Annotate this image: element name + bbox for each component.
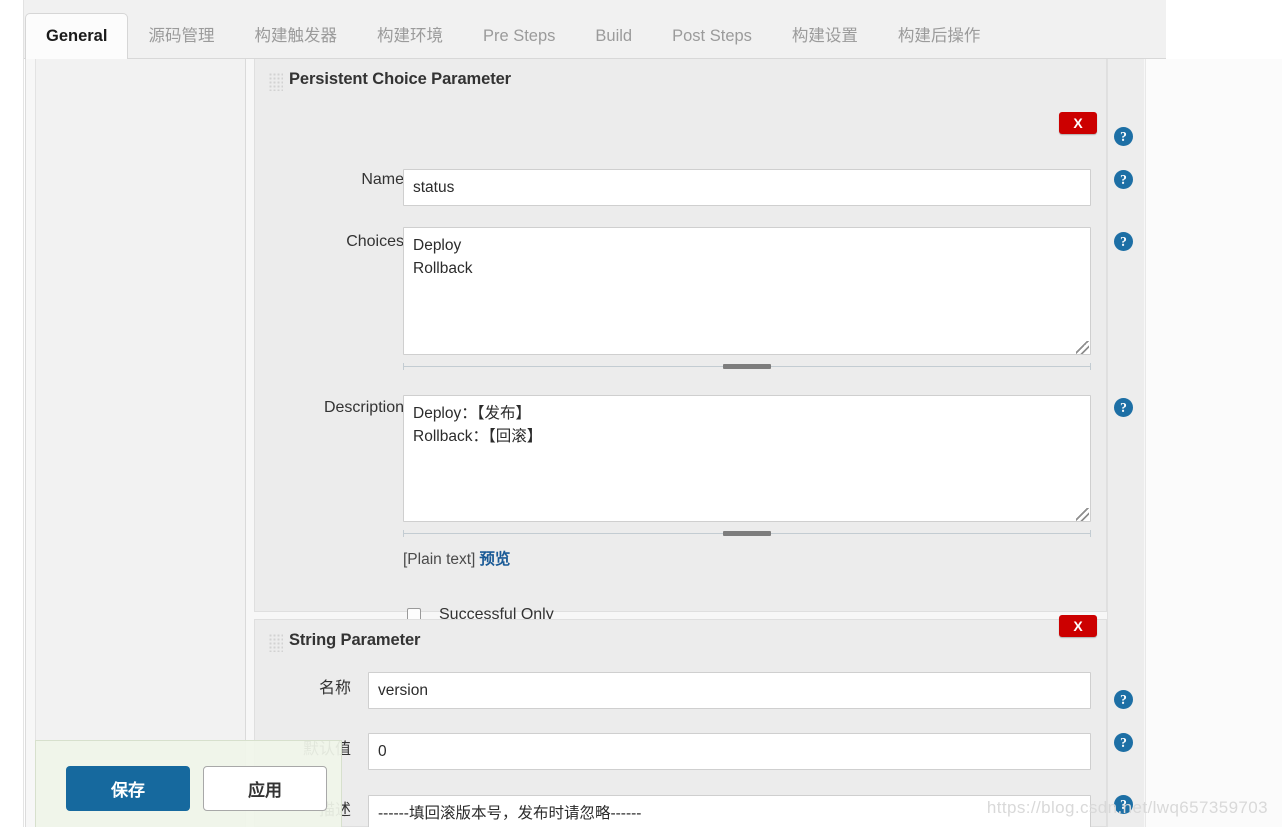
tab-list: General 源码管理 构建触发器 构建环境 Pre Steps Build … <box>25 0 1000 59</box>
jenkins-config-page: General 源码管理 构建触发器 构建环境 Pre Steps Build … <box>0 0 1282 827</box>
tab-post-steps[interactable]: Post Steps <box>652 13 772 59</box>
description-splitter[interactable] <box>403 530 1091 538</box>
tab-build[interactable]: Build <box>575 13 652 59</box>
tab-source-control[interactable]: 源码管理 <box>128 13 234 59</box>
choice-name-input[interactable] <box>403 169 1091 206</box>
tab-build-triggers[interactable]: 构建触发器 <box>234 13 357 59</box>
string-param-header: String Parameter <box>255 620 1106 666</box>
string-name-label: 名称 <box>318 680 351 697</box>
choices-textarea[interactable] <box>403 227 1091 355</box>
tab-general[interactable]: General <box>25 13 129 59</box>
choice-description-textarea[interactable] <box>403 395 1091 522</box>
string-param-title: String Parameter <box>289 631 421 649</box>
config-tab-bar: General 源码管理 构建触发器 构建环境 Pre Steps Build … <box>0 0 1282 59</box>
sticky-save-bar: 保存 应用 <box>35 740 342 827</box>
preview-link[interactable]: 预览 <box>479 551 510 568</box>
form-label-column <box>35 59 246 827</box>
delete-choice-parameter-button[interactable]: X <box>1059 112 1097 134</box>
apply-button[interactable]: 应用 <box>203 766 327 811</box>
help-icon-choice-description[interactable]: ? <box>1114 398 1133 417</box>
string-default-value-input[interactable] <box>368 733 1091 770</box>
page-right-gutter <box>1145 59 1282 827</box>
tab-build-environment[interactable]: 构建环境 <box>357 13 463 59</box>
string-name-input[interactable] <box>368 672 1091 709</box>
markup-type-label: [Plain text] <box>403 551 476 568</box>
choices-label: Choices <box>346 233 404 250</box>
tabbar-left-gutter <box>0 0 24 59</box>
tab-post-build-actions[interactable]: 构建后操作 <box>878 13 1001 59</box>
help-icon-string-name[interactable]: ? <box>1114 733 1133 752</box>
help-icon-string-block[interactable]: ? <box>1114 690 1133 709</box>
drag-handle-icon[interactable] <box>269 634 283 652</box>
choice-name-label: Name <box>361 171 404 188</box>
delete-string-parameter-button[interactable]: X <box>1059 615 1097 637</box>
help-icon-choices[interactable]: ? <box>1114 232 1133 251</box>
drag-handle-icon[interactable] <box>269 73 283 91</box>
string-description-textarea[interactable] <box>368 795 1091 827</box>
choices-splitter[interactable] <box>403 363 1091 371</box>
tabbar-right-gutter <box>1166 0 1282 59</box>
choice-param-header: Persistent Choice Parameter <box>255 59 1106 105</box>
tab-pre-steps[interactable]: Pre Steps <box>463 13 575 59</box>
help-icon-string-default[interactable]: ? <box>1114 795 1133 814</box>
save-button[interactable]: 保存 <box>66 766 190 811</box>
choice-description-label: Description <box>323 399 404 416</box>
page-left-gutter <box>0 59 24 827</box>
config-form-body: Persistent Choice Parameter X Name Choic… <box>0 59 1282 827</box>
help-icon-choice-block[interactable]: ? <box>1114 127 1133 146</box>
markup-formatter-row: [Plain text] 预览 <box>403 547 510 569</box>
help-icon-choice-name[interactable]: ? <box>1114 170 1133 189</box>
tab-build-settings[interactable]: 构建设置 <box>772 13 878 59</box>
choice-param-title: Persistent Choice Parameter <box>289 70 511 88</box>
